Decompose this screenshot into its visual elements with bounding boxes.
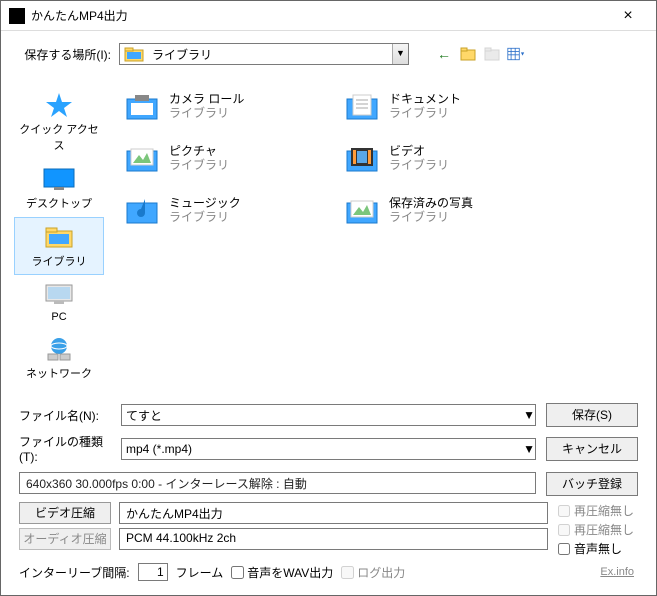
status-text: 640x360 30.000fps 0:00 - インターレース解除 : 自動	[19, 472, 536, 494]
interleave-label: インターリーブ間隔:	[19, 564, 130, 581]
video-codec-value: かんたんMP4出力	[119, 502, 548, 524]
places-bar: クイック アクセス デスクトップ ライブラリ PC ネットワーク	[9, 77, 109, 397]
save-location-combo[interactable]: ライブラリ ▼	[119, 43, 409, 65]
filetype-label: ファイルの種類(T):	[19, 433, 111, 464]
filename-input[interactable]: てすと ▼	[121, 404, 536, 426]
pc-icon	[41, 281, 77, 309]
place-desktop[interactable]: デスクトップ	[14, 159, 104, 217]
place-pc[interactable]: PC	[14, 275, 104, 329]
window-title: かんたんMP4出力	[31, 7, 608, 24]
no-recompress-audio-check: 再圧縮無し	[558, 521, 638, 538]
desktop-icon	[41, 165, 77, 193]
cameraroll-icon	[125, 89, 159, 123]
back-icon[interactable]: ←	[435, 45, 453, 63]
filetype-dropdown[interactable]: ▼	[523, 442, 535, 456]
videos-icon	[345, 141, 379, 175]
star-icon	[41, 91, 77, 119]
save-location-label: 保存する場所(I):	[19, 46, 111, 63]
batch-button[interactable]: バッチ登録	[546, 472, 638, 496]
list-item[interactable]: 保存済みの写真ライブラリ	[345, 185, 565, 235]
folder-icon	[124, 46, 144, 62]
no-recompress-video-check: 再圧縮無し	[558, 502, 638, 519]
audio-codec-value: PCM 44.100kHz 2ch	[119, 528, 548, 550]
cancel-button[interactable]: キャンセル	[546, 437, 638, 461]
list-item[interactable]: ミュージックライブラリ	[125, 185, 345, 235]
list-item[interactable]: ピクチャライブラリ	[125, 133, 345, 183]
list-item[interactable]: カメラ ロールライブラリ	[125, 81, 345, 131]
close-button[interactable]: ×	[608, 7, 648, 25]
music-icon	[125, 193, 159, 227]
place-libraries[interactable]: ライブラリ	[14, 217, 104, 275]
libraries-icon	[41, 223, 77, 251]
list-item[interactable]: ビデオライブラリ	[345, 133, 565, 183]
up-folder-icon[interactable]	[459, 45, 477, 63]
list-item[interactable]: ドキュメントライブラリ	[345, 81, 565, 131]
savedpictures-icon	[345, 193, 379, 227]
save-button[interactable]: 保存(S)	[546, 403, 638, 427]
filename-label: ファイル名(N):	[19, 407, 111, 424]
interleave-unit: フレーム	[176, 564, 224, 581]
documents-icon	[345, 89, 379, 123]
exinfo-link[interactable]: Ex.info	[600, 566, 634, 578]
audio-compress-button: オーディオ圧縮	[19, 528, 111, 550]
file-list[interactable]: カメラ ロールライブラリ ドキュメントライブラリ ピクチャライブラリ ビデオライ…	[109, 77, 638, 397]
log-output-check: ログ出力	[341, 564, 405, 581]
interleave-input[interactable]	[138, 563, 168, 581]
new-folder-icon[interactable]	[483, 45, 501, 63]
place-quick-access[interactable]: クイック アクセス	[14, 85, 104, 159]
wav-output-check[interactable]: 音声をWAV出力	[231, 564, 333, 581]
dropdown-button[interactable]: ▼	[392, 44, 408, 64]
no-audio-check[interactable]: 音声無し	[558, 540, 638, 557]
pictures-icon	[125, 141, 159, 175]
view-menu-icon[interactable]	[507, 45, 525, 63]
video-compress-button[interactable]: ビデオ圧縮	[19, 502, 111, 524]
network-icon	[41, 335, 77, 363]
app-icon	[9, 8, 25, 24]
filename-dropdown[interactable]: ▼	[523, 408, 535, 422]
filetype-combo[interactable]: mp4 (*.mp4) ▼	[121, 438, 536, 460]
save-location-text: ライブラリ	[148, 46, 392, 63]
place-network[interactable]: ネットワーク	[14, 329, 104, 387]
